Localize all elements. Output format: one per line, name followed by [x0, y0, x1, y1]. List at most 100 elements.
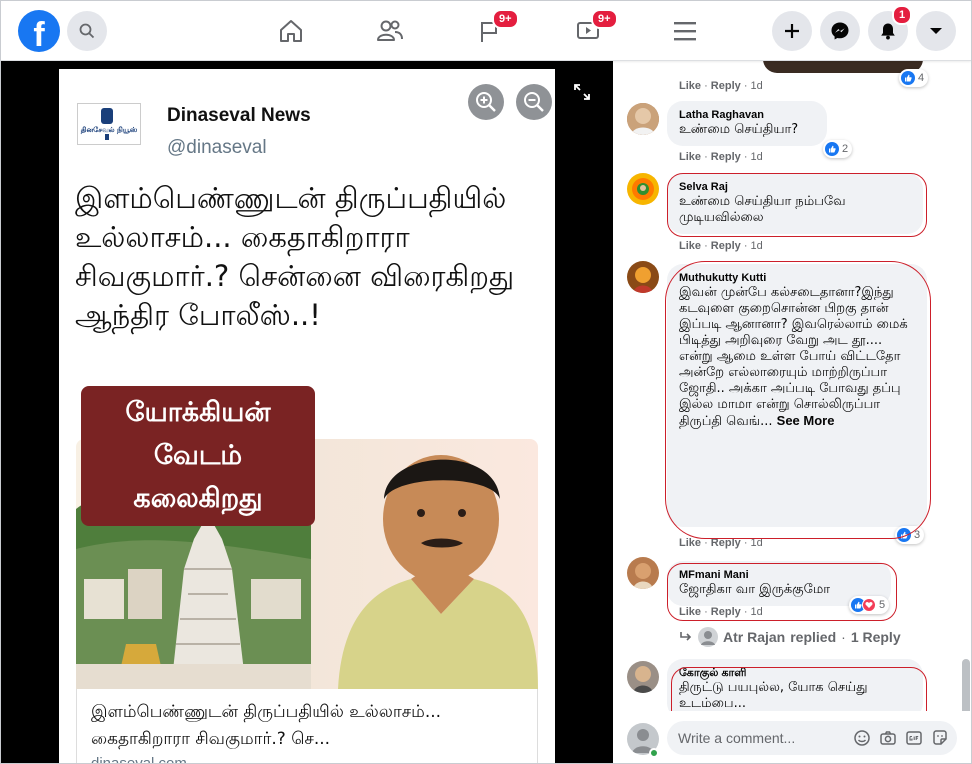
fullscreen-button[interactable] — [573, 83, 591, 106]
avatar[interactable] — [627, 173, 659, 205]
love-reaction-icon — [862, 598, 876, 612]
source-logo: தினசேவல் நியூஸ் — [77, 103, 141, 145]
avatar[interactable] — [627, 557, 659, 589]
zoom-out-button[interactable] — [516, 84, 552, 120]
post-headline: இளம்பெண்ணுடன் திருப்பதியில் உல்லாசம்... … — [75, 181, 515, 332]
reply-arrow-icon — [680, 632, 692, 641]
comment-bubble: Selva Raj உண்மை செய்தியா நம்பவே முடியவில… — [667, 173, 923, 234]
plus-icon — [785, 24, 799, 38]
zoom-in-button[interactable] — [468, 84, 504, 120]
comment-text: உண்மை செய்தியா? — [679, 122, 799, 137]
link-domain: dinaseval.com — [91, 755, 187, 764]
zoom-out-icon — [524, 92, 544, 112]
create-button[interactable] — [772, 11, 812, 51]
home-icon — [280, 20, 302, 42]
reply-author: Atr Rajan — [723, 629, 786, 645]
comments-panel: Like · Reply · 1d 4 Latha Raghavan உண்மை… — [613, 61, 971, 763]
comment-bubble: Muthukutty Kutti இவன் முன்பே கல்சடைதானா?… — [667, 264, 927, 527]
like-reaction-icon — [825, 142, 839, 156]
reaction-number: 2 — [842, 143, 849, 155]
source-handle: @dinaseval — [167, 137, 267, 158]
comment-meta: Like · Reply · 1d — [679, 537, 763, 549]
avatar[interactable] — [627, 661, 659, 693]
pages-badge: 9+ — [492, 9, 519, 29]
home-tab[interactable] — [273, 13, 309, 49]
reaction-number: 4 — [918, 72, 925, 84]
facebook-logo-letter: f — [33, 16, 45, 52]
source-logo-text: தினசேவல் நியூஸ் — [81, 126, 138, 135]
online-status-dot — [649, 748, 659, 758]
search-icon — [79, 23, 95, 39]
link-preview[interactable]: இளம்பெண்ணுடன் திருப்பதியில் உல்லாசம்... … — [76, 689, 538, 764]
comment-author[interactable]: Muthukutty Kutti — [679, 271, 915, 285]
like-reaction-icon — [901, 71, 915, 85]
reply-link[interactable]: Reply — [711, 606, 741, 618]
comment-composer: Write a comment... — [613, 711, 971, 763]
expand-icon — [574, 84, 590, 100]
pages-tab[interactable]: 9+ — [471, 9, 519, 49]
see-more-link[interactable]: See More — [777, 413, 835, 428]
like-link[interactable]: Like — [679, 606, 701, 618]
notifications-button[interactable]: 1 — [868, 5, 913, 51]
comment-time: 1d — [750, 151, 763, 163]
hamburger-menu-icon — [674, 22, 696, 41]
notifications-badge: 1 — [892, 5, 913, 25]
reaction-number: 3 — [914, 529, 921, 541]
emoji-icon[interactable] — [853, 729, 871, 747]
comment-time: 1d — [750, 240, 763, 252]
like-link[interactable]: Like — [679, 537, 701, 549]
reply-verb: replied — [790, 629, 837, 645]
comment-author[interactable]: Selva Raj — [679, 180, 911, 194]
comment-meta: Like · Reply · 1d — [679, 240, 763, 252]
camera-icon[interactable] — [879, 729, 897, 747]
friends-tab[interactable] — [372, 13, 408, 49]
zoom-in-icon — [476, 92, 496, 112]
comment-time: 1d — [750, 606, 763, 618]
comment-author[interactable]: கோகுல் காளி — [679, 666, 911, 680]
sticker-icon[interactable] — [931, 729, 949, 747]
reaction-number: 5 — [879, 599, 886, 611]
like-reaction-icon — [897, 528, 911, 542]
friends-icon — [377, 20, 403, 41]
facebook-logo[interactable]: f — [18, 10, 60, 52]
comment-text: உண்மை செய்தியா நம்பவே முடியவில்லை — [679, 194, 846, 225]
avatar[interactable] — [627, 261, 659, 293]
account-menu-button[interactable] — [916, 11, 956, 51]
comment-input[interactable]: Write a comment... — [667, 721, 957, 755]
comment-body: இவன் முன்பே கல்சடைதானா?இந்து கடவுளை குறை… — [679, 285, 919, 430]
reaction-count[interactable]: 3 — [895, 526, 925, 544]
comment-time: 1d — [750, 80, 763, 92]
view-replies-link[interactable]: Atr Rajan replied · 1 Reply — [679, 627, 901, 647]
like-link[interactable]: Like — [679, 80, 701, 92]
caption-line-1: யோக்கியன் — [125, 397, 271, 428]
caret-down-icon — [930, 28, 942, 34]
reply-link[interactable]: Reply — [711, 80, 741, 92]
comment-author[interactable]: MFmani Mani — [679, 568, 879, 582]
reply-link[interactable]: Reply — [711, 537, 741, 549]
watch-badge: 9+ — [591, 9, 618, 29]
search-button[interactable] — [67, 11, 107, 51]
gif-icon[interactable] — [905, 729, 923, 747]
comment-bubble: கோகுல் காளி திருட்டு பயபுல்ல, யோக செய்து… — [667, 659, 923, 719]
reaction-count[interactable]: 4 — [899, 69, 929, 87]
reaction-count[interactable]: 2 — [823, 140, 853, 158]
comment-author[interactable]: Latha Raghavan — [679, 108, 815, 122]
caption-line-3: கலைகிறது — [133, 483, 263, 514]
avatar[interactable] — [627, 103, 659, 135]
messenger-button[interactable] — [820, 11, 860, 51]
comment-text: இவன் முன்பே கல்சடைதானா?இந்து கடவுளை குறை… — [679, 285, 908, 429]
comment-input-placeholder: Write a comment... — [678, 730, 796, 746]
reply-link[interactable]: Reply — [711, 240, 741, 252]
like-link[interactable]: Like — [679, 151, 701, 163]
reply-link[interactable]: Reply — [711, 151, 741, 163]
link-title: இளம்பெண்ணுடன் திருப்பதியில் உல்லாசம்... … — [91, 702, 442, 749]
like-link[interactable]: Like — [679, 240, 701, 252]
watch-tab[interactable]: 9+ — [570, 9, 618, 49]
comments-scrollbar[interactable] — [962, 659, 970, 715]
reaction-count[interactable]: 5 — [849, 596, 890, 614]
comment-bubble: Latha Raghavan உண்மை செய்தியா? — [667, 101, 827, 146]
reply-author-avatar — [698, 627, 718, 647]
menu-tab[interactable] — [667, 13, 703, 49]
comment-meta: Like · Reply · 1d — [679, 80, 763, 92]
messenger-icon — [831, 22, 849, 40]
